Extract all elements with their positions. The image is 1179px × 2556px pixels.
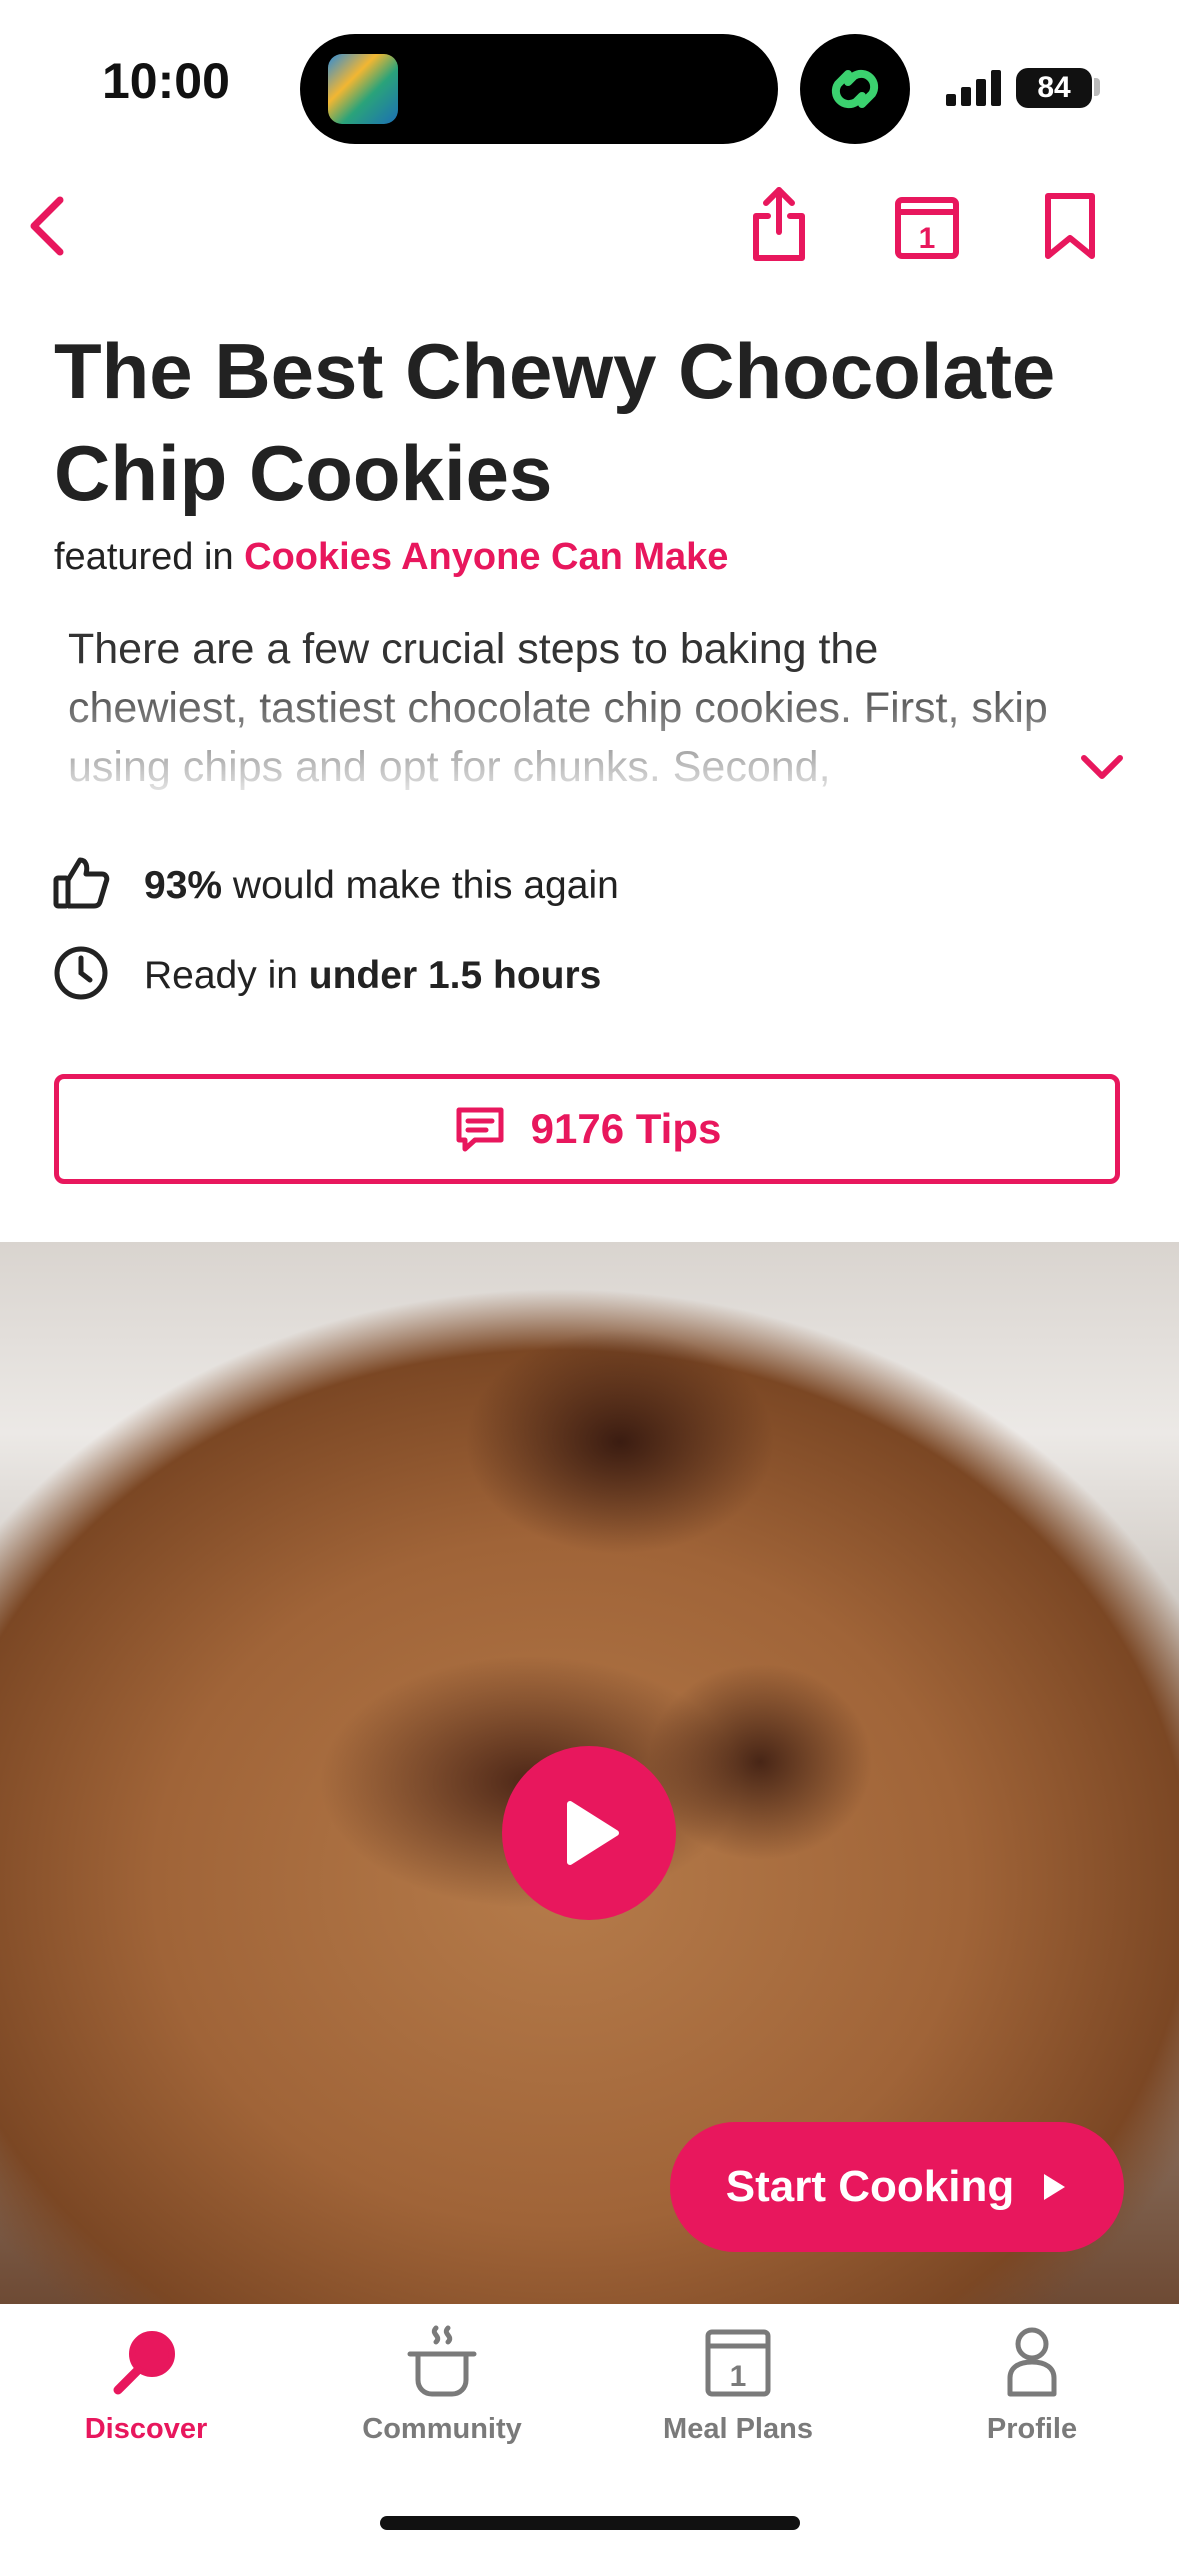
battery-indicator: 84	[1016, 68, 1092, 108]
featured-prefix: featured in	[54, 536, 234, 578]
tips-label: 9176 Tips	[530, 1105, 722, 1152]
community-icon	[407, 2325, 477, 2397]
tab-community[interactable]: Community	[322, 2324, 562, 2446]
add-to-meal-plan-button[interactable]: 1	[892, 190, 962, 262]
tab-discover[interactable]: Discover	[26, 2324, 266, 2446]
start-cooking-label: Start Cooking	[725, 2162, 1015, 2211]
play-icon	[567, 1801, 619, 1865]
recipe-title: The Best Chewy Chocolate Chip Cookies	[54, 327, 1056, 517]
rating-percent: 93%	[144, 864, 223, 907]
tab-label: Community	[362, 2413, 522, 2445]
clock-icon	[52, 944, 110, 1002]
tab-profile[interactable]: Profile	[912, 2324, 1152, 2446]
rating-text: would make this again	[232, 864, 619, 907]
calendar-icon: 1	[895, 197, 959, 259]
recipe-description: There are a few crucial steps to baking …	[68, 625, 1048, 790]
cellular-signal-icon	[946, 70, 1002, 106]
start-cooking-button[interactable]: Start Cooking	[670, 2122, 1124, 2252]
profile-icon	[1007, 2327, 1057, 2397]
rating-stat: 93% would make this again	[144, 864, 619, 908]
featured-collection-link[interactable]: Cookies Anyone Can Make	[244, 536, 728, 578]
share-icon	[753, 187, 805, 261]
ready-time: under 1.5 hours	[308, 954, 602, 997]
play-video-button[interactable]	[502, 1746, 676, 1920]
play-arrow-icon	[1044, 2174, 1066, 2200]
tips-button[interactable]: 9176 Tips	[54, 1074, 1120, 1184]
tab-label: Discover	[84, 2413, 208, 2445]
link-status-icon	[800, 34, 910, 144]
share-button[interactable]	[744, 184, 814, 264]
discover-icon	[113, 2331, 175, 2395]
thumbs-up-icon	[52, 854, 110, 912]
status-time: 10:00	[102, 53, 230, 109]
featured-in-line: featured in Cookies Anyone Can Make	[54, 536, 728, 579]
bookmark-icon	[1045, 193, 1095, 259]
ready-prefix: Ready in	[144, 954, 298, 997]
tab-label: Profile	[986, 2413, 1078, 2445]
battery-cap	[1094, 78, 1100, 96]
expand-description-button[interactable]	[1078, 748, 1126, 788]
bookmark-button[interactable]	[1040, 190, 1100, 262]
svg-text:1: 1	[730, 2360, 747, 2393]
tab-meal-plans[interactable]: 1 Meal Plans	[618, 2324, 858, 2446]
tab-label: Meal Plans	[663, 2413, 813, 2445]
home-indicator	[380, 2516, 800, 2530]
now-playing-thumbnail	[328, 54, 398, 124]
back-button[interactable]	[18, 190, 78, 262]
svg-text:1: 1	[919, 222, 936, 255]
chevron-down-icon	[1081, 755, 1123, 779]
ready-time-stat: Ready in under 1.5 hours	[144, 954, 601, 998]
meal-plans-icon: 1	[705, 2329, 771, 2397]
comment-icon	[456, 1107, 504, 1152]
